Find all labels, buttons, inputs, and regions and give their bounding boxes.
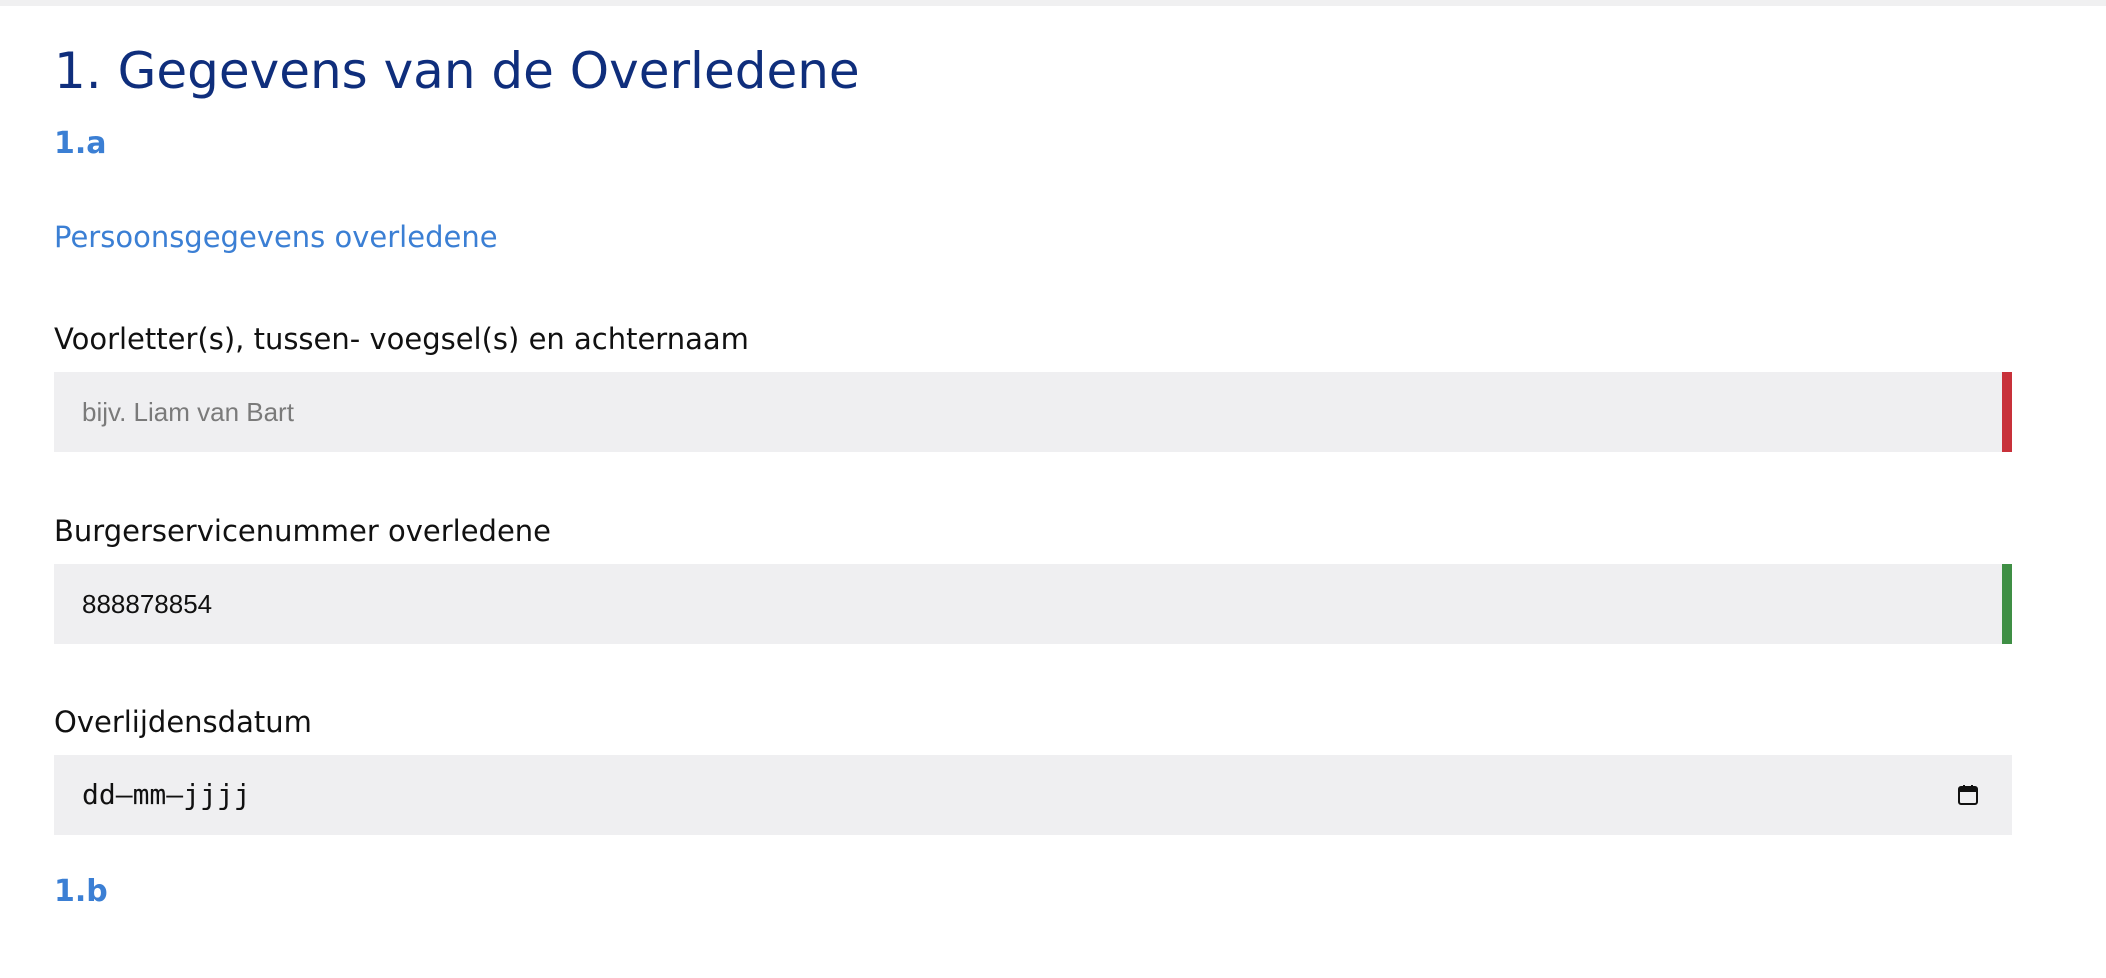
section-number-1a: 1.a [54,126,107,161]
section-number-1b: 1.b [54,874,108,909]
name-validation-indicator [2002,372,2012,452]
date-field-label: Overlijdensdatum [54,705,312,739]
date-placeholder: dd–mm–jjjj [82,778,251,811]
page-title: 1. Gegevens van de Overledene [54,42,860,100]
top-strip [0,0,2106,6]
bsn-field-label: Burgerservicenummer overledene [54,514,552,548]
name-input[interactable] [54,372,1994,452]
subsection-title: Persoonsgegevens overledene [54,220,498,254]
bsn-input[interactable] [54,564,1994,644]
bsn-validation-indicator [2002,564,2012,644]
bsn-field-container [54,564,2012,644]
name-field-container [54,372,2012,452]
calendar-icon[interactable] [1956,783,1980,807]
date-input[interactable]: dd–mm–jjjj [54,755,2012,835]
name-field-label: Voorletter(s), tussen- voegsel(s) en ach… [54,322,749,356]
